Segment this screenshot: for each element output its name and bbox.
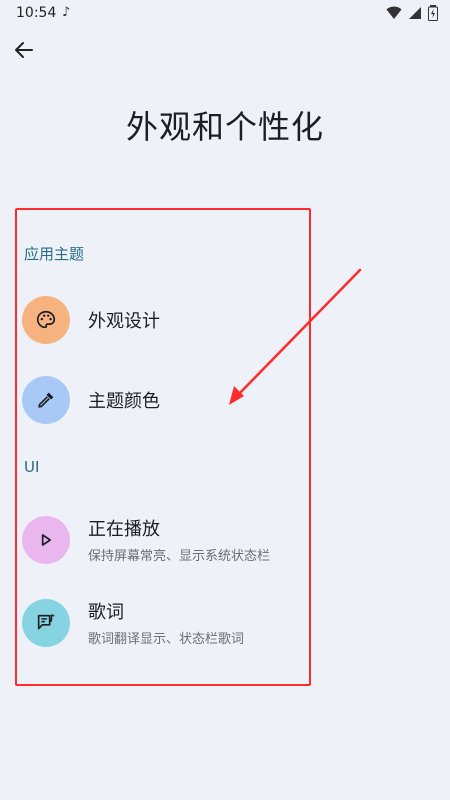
item-title: 正在播放 bbox=[88, 519, 160, 540]
page-title: 外观和个性化 bbox=[125, 108, 324, 146]
music-note-icon: ♪ bbox=[62, 5, 71, 20]
status-bar: 10:54 ♪ bbox=[0, 0, 450, 28]
palette-icon bbox=[36, 310, 56, 329]
settings-item-appearance-design[interactable]: 外观设计 bbox=[22, 296, 302, 344]
section-header-ui: UI bbox=[24, 458, 40, 476]
battery-icon bbox=[428, 5, 438, 21]
status-icons bbox=[386, 5, 438, 21]
arrow-left-icon bbox=[15, 42, 33, 58]
icon-circle bbox=[22, 376, 70, 424]
item-title: 歌词 bbox=[88, 602, 124, 623]
lyrics-icon bbox=[37, 613, 55, 629]
eyedropper-icon bbox=[38, 392, 54, 408]
item-title: 外观设计 bbox=[88, 311, 160, 332]
icon-circle bbox=[22, 598, 70, 647]
settings-item-now-playing[interactable]: 正在播放 保持屏幕常亮、显示系统状态栏 bbox=[22, 515, 302, 564]
back-button[interactable] bbox=[8, 34, 40, 66]
icon-circle bbox=[22, 515, 70, 564]
item-title: 主题颜色 bbox=[88, 391, 160, 412]
status-time: 10:54 bbox=[16, 5, 57, 21]
play-icon bbox=[41, 533, 52, 546]
icon-circle bbox=[22, 296, 70, 344]
item-subtitle: 歌词翻译显示、状态栏歌词 bbox=[88, 632, 245, 647]
wifi-icon bbox=[386, 6, 402, 19]
signal-icon bbox=[409, 7, 421, 19]
settings-item-theme-color[interactable]: 主题颜色 bbox=[22, 376, 302, 424]
item-subtitle: 保持屏幕常亮、显示系统状态栏 bbox=[88, 549, 271, 564]
settings-item-lyrics[interactable]: 歌词 歌词翻译显示、状态栏歌词 bbox=[22, 598, 302, 647]
section-header-app-theme: 应用主题 bbox=[24, 245, 85, 263]
